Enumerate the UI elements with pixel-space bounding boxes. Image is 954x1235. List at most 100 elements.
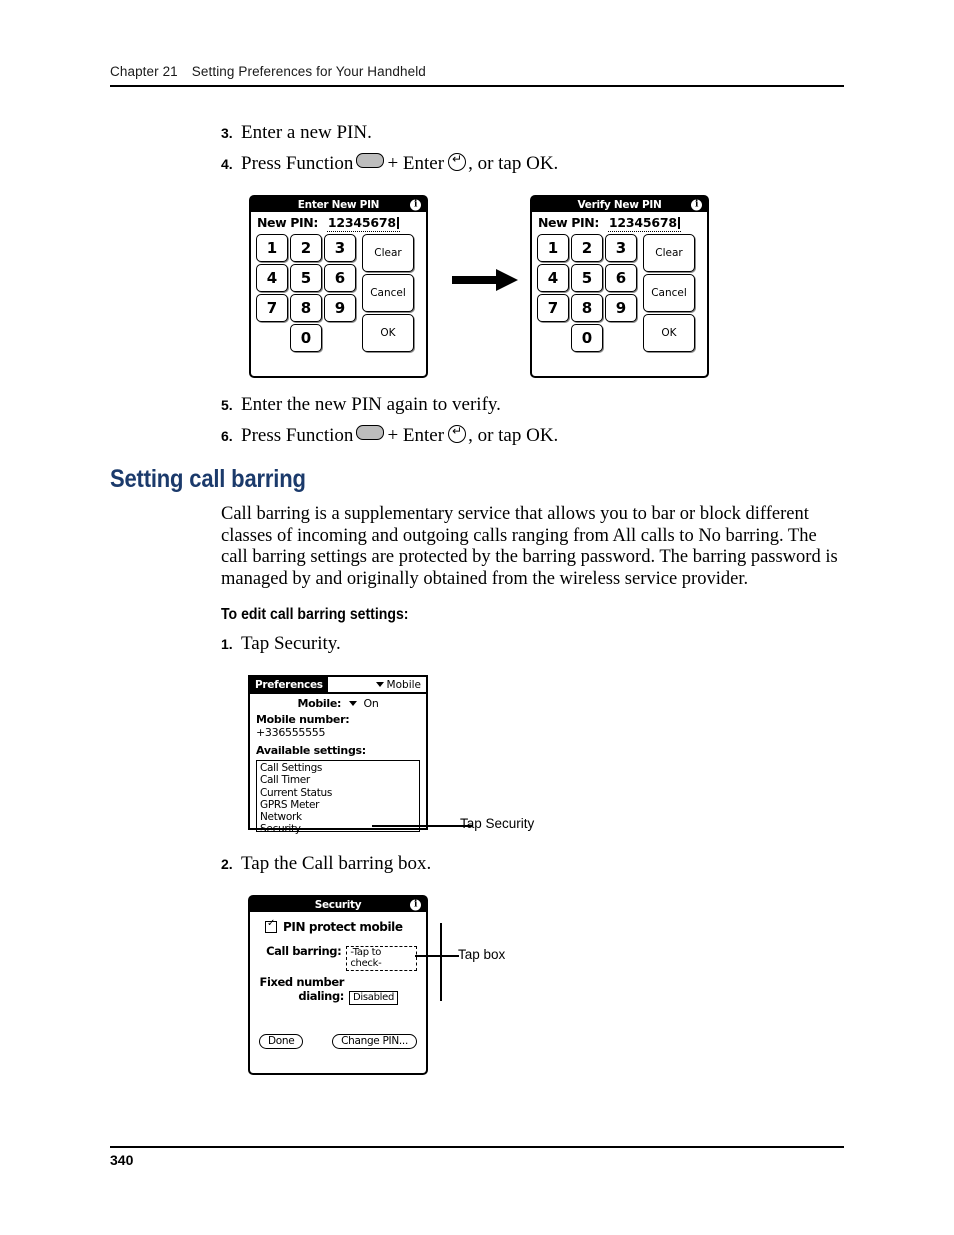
keypad-key-8[interactable]: 8 [571,294,603,322]
keypad-key-4[interactable]: 4 [256,264,288,292]
change-pin-button[interactable]: Change PIN... [332,1034,417,1049]
call-barring-label: Call barring: [266,944,342,958]
keypad-key-7[interactable]: 7 [537,294,569,322]
step-1: 1. Tap Security. [221,632,341,656]
clear-button[interactable]: Clear [362,234,414,272]
step-3-text: Enter a new PIN. [241,122,372,143]
verify-pin-input[interactable]: 12345678 [607,215,681,232]
category-picker[interactable]: Mobile [375,677,426,692]
preferences-tab[interactable]: Preferences [250,677,328,692]
keypad-key-8[interactable]: 8 [290,294,322,322]
call-barring-row: Call barring: -Tap to check- [259,944,417,971]
step-2-text: Tap the Call barring box. [241,853,432,874]
ok-button[interactable]: OK [643,314,695,352]
step-4-text-b: + Enter [387,153,445,174]
keypad-key-3[interactable]: 3 [605,234,637,262]
keypad-key-6[interactable]: 6 [605,264,637,292]
step-5-number: 5. [221,397,233,413]
verify-pin-field-row: New PIN: 12345678 [532,212,707,233]
enter-key-icon [448,423,467,443]
enter-pin-number-grid: 1 2 3 4 5 6 7 8 9 0 [256,234,356,352]
enter-pin-field-row: New PIN: 12345678 [251,212,426,233]
step-4-text-a: Press Function [241,153,354,174]
info-icon[interactable]: i [410,899,421,910]
step-2: 2. Tap the Call barring box. [221,852,431,876]
mobile-label: Mobile: [297,697,342,710]
enter-pin-keypad: 1 2 3 4 5 6 7 8 9 0 Clear Cancel OK [251,233,426,356]
info-icon[interactable]: i [691,199,702,210]
security-button-row: Done Change PIN... [259,1034,417,1049]
keypad-key-2[interactable]: 2 [290,234,322,262]
category-label: Mobile [386,678,421,691]
available-settings-header: Available settings: [250,739,426,757]
section-subheading: To edit call barring settings: [221,606,409,623]
step-5: 5. Enter the new PIN again to verify. [221,393,501,417]
verify-pin-side-keys: Clear Cancel OK [643,234,695,352]
chevron-down-icon [375,682,384,687]
section-heading: Setting call barring [110,465,306,493]
chapter-title: Setting Preferences for Your Handheld [191,64,426,79]
list-item[interactable]: GPRS Meter [260,799,416,811]
keypad-key-6[interactable]: 6 [324,264,356,292]
list-item[interactable]: Network [260,811,416,823]
keypad-key-1[interactable]: 1 [537,234,569,262]
list-item[interactable]: Current Status [260,787,416,799]
list-item[interactable]: Call Timer [260,774,416,786]
cancel-button[interactable]: Cancel [643,274,695,312]
keypad-key-3[interactable]: 3 [324,234,356,262]
fixed-number-dialing-row: dialing: Disabled [259,989,417,1005]
keypad-key-1[interactable]: 1 [256,234,288,262]
running-header: Chapter 21 Setting Preferences for Your H… [110,64,426,79]
step-4-number: 4. [221,156,233,172]
keypad-key-9[interactable]: 9 [605,294,637,322]
keypad-key-7[interactable]: 7 [256,294,288,322]
keypad-key-5[interactable]: 5 [571,264,603,292]
enter-pin-input[interactable]: 12345678 [326,215,400,232]
pin-protect-mobile-checkbox[interactable]: PIN protect mobile [259,918,417,934]
chevron-down-icon[interactable] [349,701,358,706]
keypad-key-4[interactable]: 4 [537,264,569,292]
verify-pin-title: Verify New PIN [577,198,662,211]
cancel-button[interactable]: Cancel [362,274,414,312]
available-settings-label: Available settings: [256,744,366,757]
step-5-text: Enter the new PIN again to verify. [241,394,501,415]
keypad-key-0[interactable]: 0 [290,324,322,352]
step-1-text: Tap Security. [241,633,341,654]
tap-security-callout-label: Tap Security [460,816,535,831]
enter-pin-field-label: New PIN: [257,215,318,230]
info-icon[interactable]: i [410,199,421,210]
chapter-number: Chapter 21 [110,64,178,79]
step-2-number: 2. [221,856,233,872]
enter-pin-title: Enter New PIN [297,198,380,211]
mobile-number-label: Mobile number: [256,713,350,726]
verify-pin-field-label: New PIN: [538,215,599,230]
text-caret [396,217,399,229]
fixed-number-dialing-box[interactable]: Disabled [349,991,399,1005]
keypad-key-2[interactable]: 2 [571,234,603,262]
fixed-number-label-line2: dialing: [298,989,344,1003]
step-6-text-c: , or tap OK. [468,425,559,446]
mobile-value[interactable]: On [364,697,379,710]
keypad-key-5[interactable]: 5 [290,264,322,292]
header-rule [110,85,844,87]
function-key-icon [356,425,385,440]
preferences-titlebar: Preferences Mobile [250,677,426,694]
clear-button[interactable]: Clear [643,234,695,272]
done-button[interactable]: Done [259,1034,304,1049]
keypad-key-9[interactable]: 9 [324,294,356,322]
text-caret [677,217,680,229]
call-barring-box[interactable]: -Tap to check- [346,946,417,971]
preferences-dialog: Preferences Mobile Mobile: On Mobile num… [248,675,428,835]
tap-security-callout-line [372,825,472,827]
list-item[interactable]: Call Settings [260,762,416,774]
document-page: Chapter 21 Setting Preferences for Your H… [0,0,954,1235]
ok-button[interactable]: OK [362,314,414,352]
function-key-icon [356,153,385,168]
checkbox-checked-icon [265,918,277,933]
mobile-number-row: Mobile number: +336555555 [250,710,426,739]
keypad-key-0[interactable]: 0 [571,324,603,352]
enter-pin-titlebar: Enter New PIN i [251,197,426,212]
security-body: PIN protect mobile Call barring: -Tap to… [250,912,426,1055]
step-6-text-b: + Enter [387,425,445,446]
step-6-number: 6. [221,428,233,444]
